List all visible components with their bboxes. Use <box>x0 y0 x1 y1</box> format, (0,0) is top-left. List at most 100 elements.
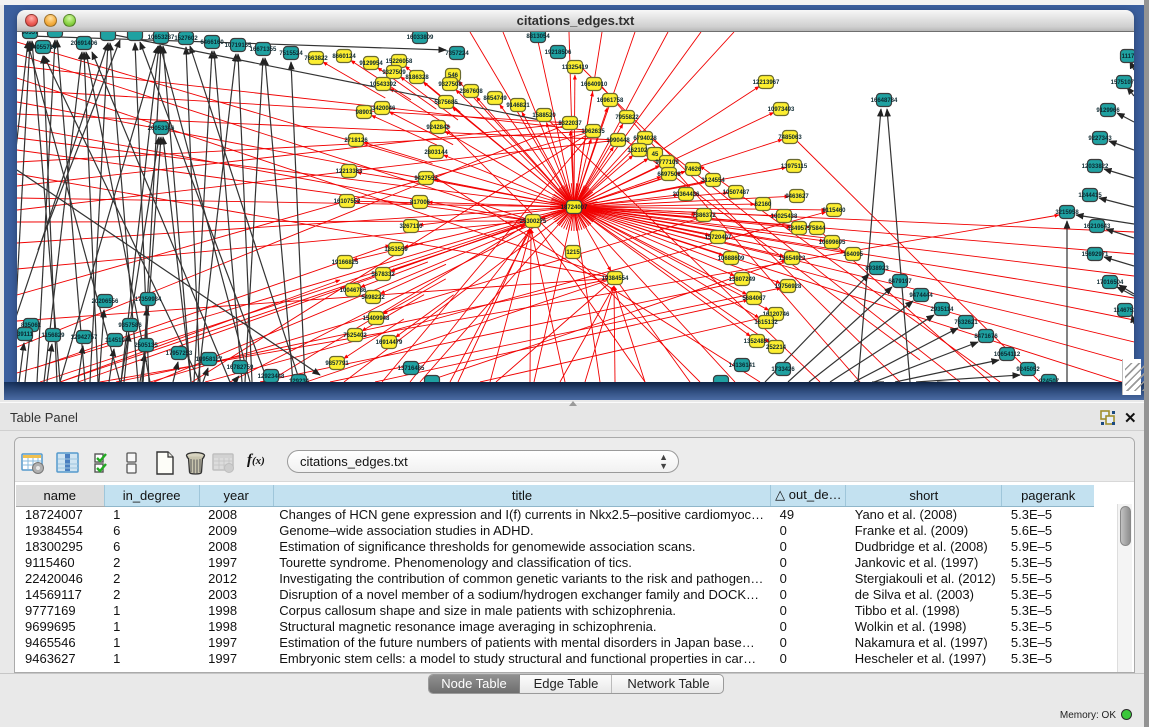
svg-text:20691406: 20691406 <box>71 41 98 47</box>
svg-text:12213383: 12213383 <box>336 169 363 175</box>
svg-text:6466160: 6466160 <box>200 40 224 46</box>
svg-text:252214: 252214 <box>766 345 787 351</box>
svg-text:17957253: 17957253 <box>166 351 193 357</box>
svg-text:7515524: 7515524 <box>279 51 303 57</box>
svg-text:9245052: 9245052 <box>1016 367 1040 373</box>
svg-text:6497508: 6497508 <box>657 172 681 178</box>
svg-text:14136141: 14136141 <box>729 363 756 369</box>
svg-text:90557: 90557 <box>22 32 39 36</box>
svg-text:10699695: 10699695 <box>819 240 846 246</box>
svg-text:11325419: 11325419 <box>562 65 589 71</box>
svg-text:19384554: 19384554 <box>602 276 629 282</box>
svg-text:1353559: 1353559 <box>384 247 408 253</box>
svg-text:2367608: 2367608 <box>459 89 483 95</box>
svg-text:9777109: 9777109 <box>655 160 679 166</box>
svg-text:20206556: 20206556 <box>92 299 119 305</box>
svg-text:2803144: 2803144 <box>424 150 448 156</box>
svg-text:5678332: 5678332 <box>371 272 395 278</box>
svg-text:16671355: 16671355 <box>250 47 277 53</box>
svg-text:16961758: 16961758 <box>597 98 624 104</box>
svg-text:1215: 1215 <box>566 250 580 256</box>
svg-text:1527602: 1527602 <box>174 36 198 42</box>
svg-text:7663822: 7663822 <box>304 56 328 62</box>
svg-text:9327508: 9327508 <box>438 82 462 88</box>
svg-text:9474444: 9474444 <box>909 293 933 299</box>
svg-text:19166825: 19166825 <box>332 260 359 266</box>
svg-text:9463627: 9463627 <box>785 194 809 200</box>
svg-text:45: 45 <box>652 152 659 158</box>
svg-text:7632621: 7632621 <box>954 320 978 326</box>
svg-text:9427552: 9427552 <box>414 176 438 182</box>
svg-text:16648784: 16648784 <box>871 98 898 104</box>
svg-text:39111: 39111 <box>17 332 34 338</box>
svg-text:15692971: 15692971 <box>1082 252 1109 258</box>
svg-text:15226058: 15226058 <box>386 59 413 65</box>
svg-text:16640910: 16640910 <box>581 82 608 88</box>
svg-text:129234: 129234 <box>289 379 310 382</box>
svg-text:13654923: 13654923 <box>779 256 806 262</box>
svg-text:20364436: 20364436 <box>673 192 700 198</box>
svg-text:9129954: 9129954 <box>359 61 383 67</box>
svg-text:1733426: 1733426 <box>771 367 795 373</box>
svg-text:14055714: 14055714 <box>30 45 57 51</box>
svg-text:7625402: 7625402 <box>343 333 367 339</box>
svg-text:15751074: 15751074 <box>1111 80 1134 86</box>
svg-text:5684067: 5684067 <box>742 296 766 302</box>
svg-text:1244415: 1244415 <box>1078 193 1102 199</box>
svg-text:10543392: 10543392 <box>370 82 397 88</box>
svg-text:17016504: 17016504 <box>1097 280 1124 286</box>
svg-text:817006: 817006 <box>410 200 431 206</box>
svg-text:7955822: 7955822 <box>615 115 639 121</box>
svg-text:9227343: 9227343 <box>1088 136 1112 142</box>
svg-text:12213967: 12213967 <box>753 80 780 86</box>
svg-text:10719155: 10719155 <box>225 43 252 49</box>
svg-text:25300275: 25300275 <box>520 219 547 225</box>
svg-text:3215958: 3215958 <box>1055 210 1079 216</box>
svg-text:3124554: 3124554 <box>701 178 725 184</box>
svg-text:5498222: 5498222 <box>361 295 385 301</box>
svg-text:16914479: 16914479 <box>376 340 403 346</box>
svg-text:8471676: 8471676 <box>974 334 998 340</box>
svg-text:6479197: 6479197 <box>888 279 912 285</box>
svg-text:9357586: 9357586 <box>118 323 142 329</box>
svg-text:2935114: 2935114 <box>930 307 954 313</box>
svg-text:5875685: 5875685 <box>434 100 458 106</box>
svg-text:6794028: 6794028 <box>633 136 657 142</box>
svg-text:16210643: 16210643 <box>1084 224 1111 230</box>
svg-text:18724007: 18724007 <box>561 205 588 211</box>
svg-text:1962635: 1962635 <box>581 129 605 135</box>
svg-text:9242848: 9242848 <box>426 125 450 131</box>
svg-text:9115460: 9115460 <box>822 208 846 214</box>
svg-text:16107552: 16107552 <box>334 199 361 205</box>
svg-text:7386372: 7386372 <box>692 213 716 219</box>
svg-text:8813054: 8813054 <box>526 34 550 40</box>
svg-text:1990448: 1990448 <box>606 138 630 144</box>
svg-text:13807249: 13807249 <box>729 277 756 283</box>
svg-text:20053346: 20053346 <box>148 126 175 132</box>
svg-text:13716485: 13716485 <box>398 366 425 372</box>
svg-text:2505135: 2505135 <box>134 343 158 349</box>
svg-text:15409948: 15409948 <box>363 316 390 322</box>
svg-text:1588520: 1588520 <box>532 113 556 119</box>
svg-text:10688609: 10688609 <box>718 256 745 262</box>
svg-text:23420046: 23420046 <box>369 106 396 112</box>
svg-text:10654112: 10654112 <box>994 352 1021 358</box>
svg-text:2718126: 2718126 <box>344 138 368 144</box>
svg-text:13975115: 13975115 <box>781 164 808 170</box>
svg-text:9146821: 9146821 <box>506 103 530 109</box>
svg-text:12033822: 12033822 <box>1082 164 1109 170</box>
svg-text:1117: 1117 <box>1122 54 1134 60</box>
svg-text:8938923: 8938923 <box>865 266 889 272</box>
svg-text:8660124: 8660124 <box>332 54 356 60</box>
svg-text:8186328: 8186328 <box>405 75 429 81</box>
svg-text:16033809: 16033809 <box>407 35 434 41</box>
svg-text:9857791: 9857791 <box>325 361 349 367</box>
svg-text:114519: 114519 <box>105 338 125 344</box>
svg-text:164095: 164095 <box>843 252 864 258</box>
svg-text:7485063: 7485063 <box>778 135 802 141</box>
svg-text:19218506: 19218506 <box>545 50 572 56</box>
svg-text:12923448: 12923448 <box>258 374 285 380</box>
svg-text:1156829: 1156829 <box>41 333 65 339</box>
svg-text:924507: 924507 <box>1039 379 1060 382</box>
svg-text:10653287: 10653287 <box>148 35 175 41</box>
